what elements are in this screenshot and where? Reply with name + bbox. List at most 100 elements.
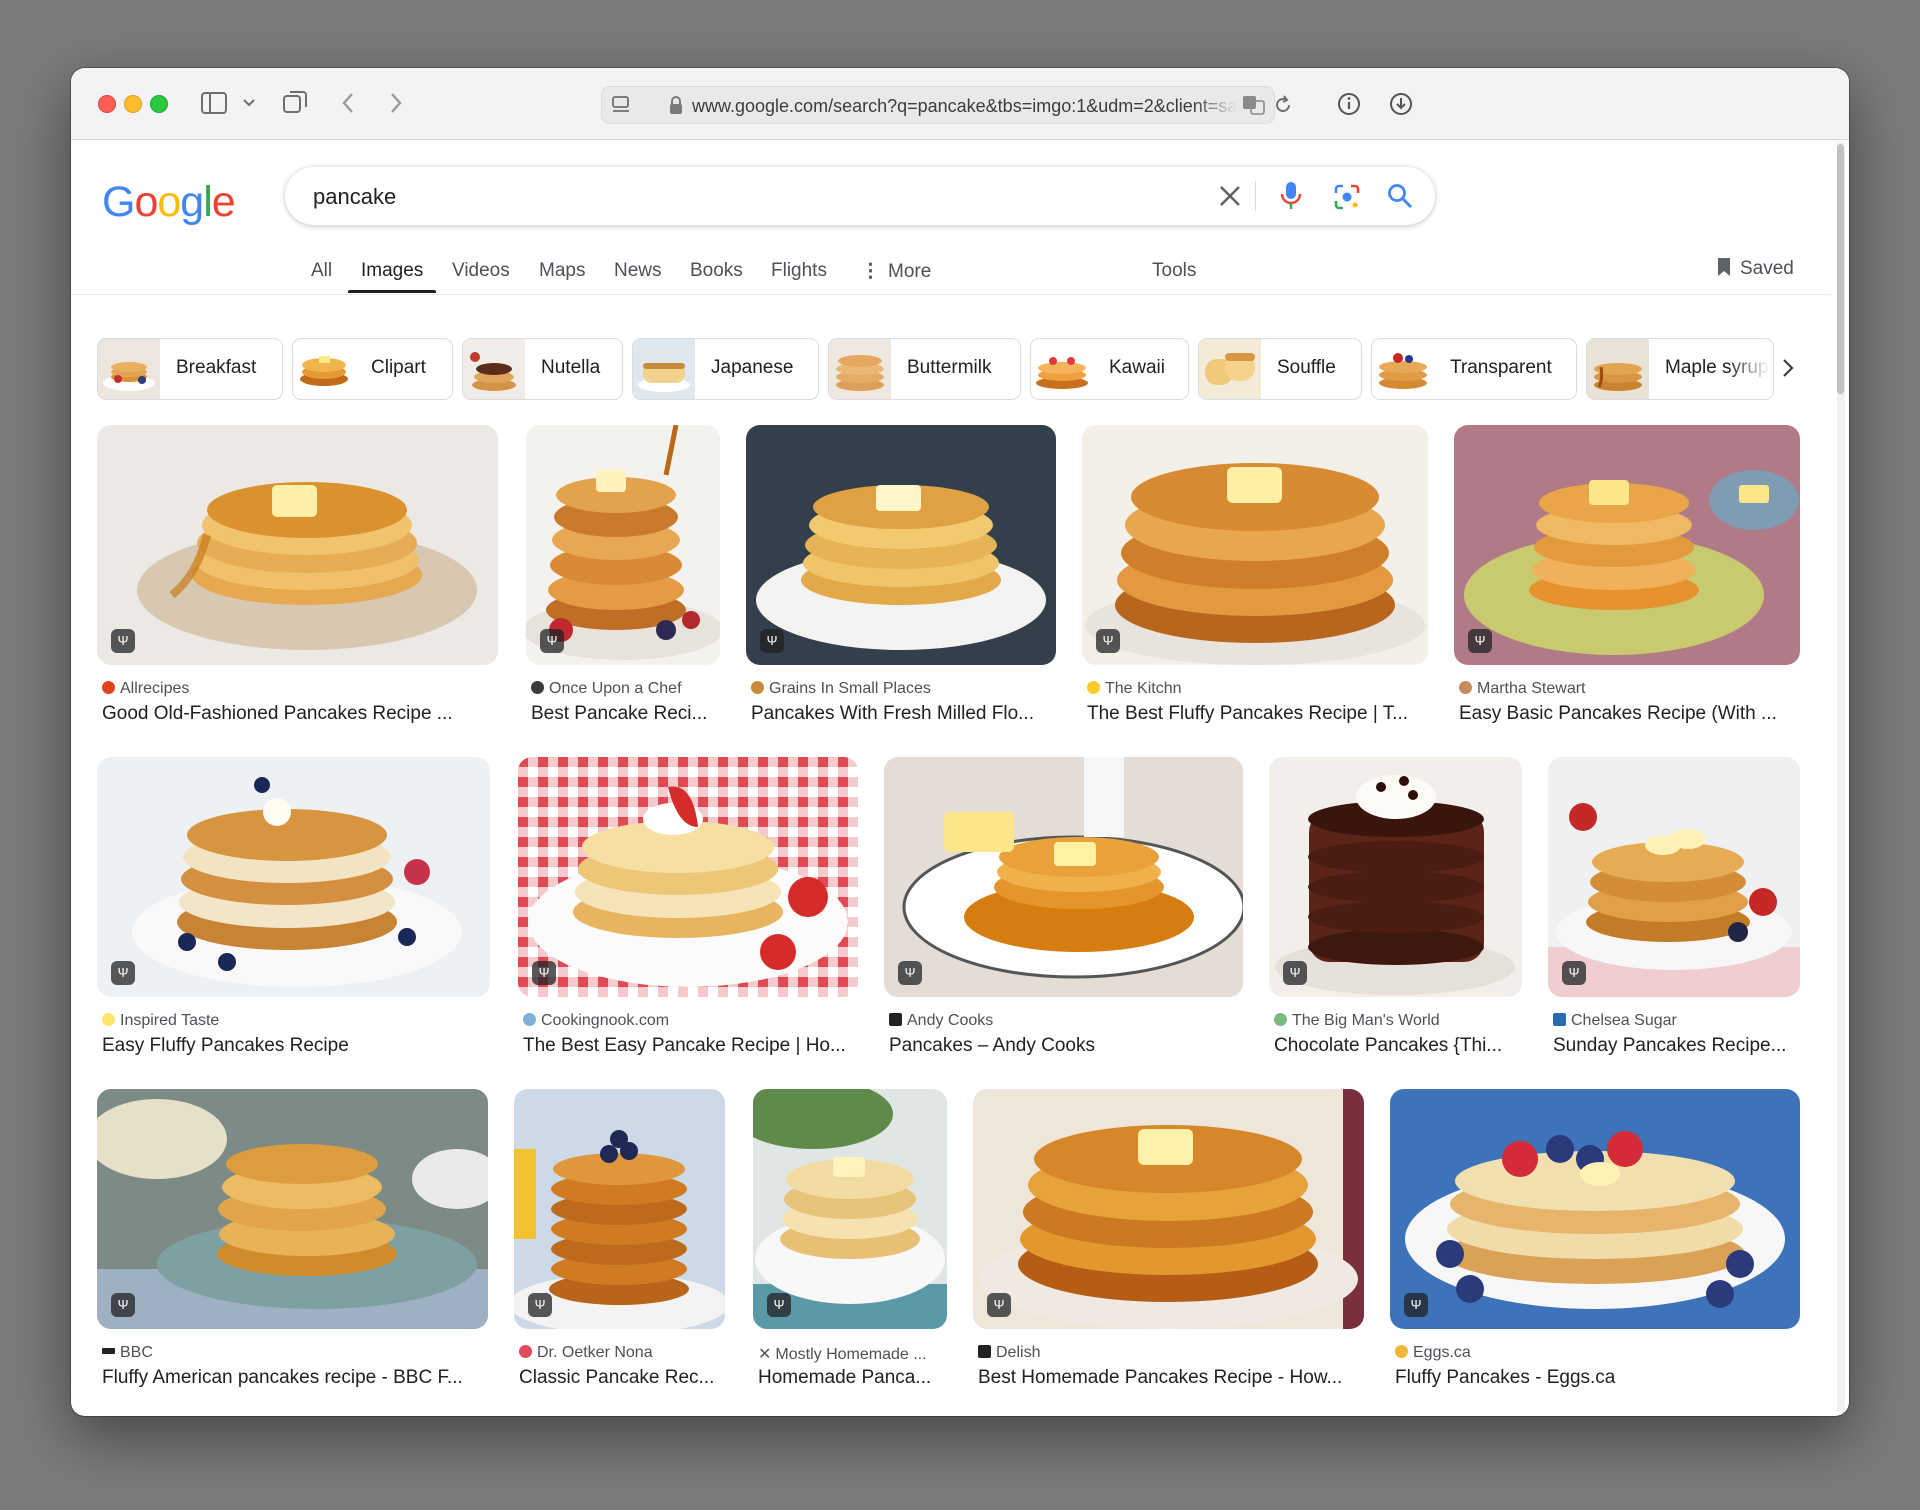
- lens-icon[interactable]: [1333, 183, 1361, 211]
- image-result[interactable]: Ψ Once Upon a Chef Best Pancake Reci...: [526, 425, 720, 725]
- scrollbar-thumb[interactable]: [1837, 144, 1844, 394]
- image-result[interactable]: Ψ Allrecipes Good Old-Fashioned Pancakes…: [97, 425, 498, 725]
- search-box[interactable]: pancake: [285, 167, 1435, 225]
- chip-label: Buttermilk: [907, 357, 992, 378]
- reload-icon[interactable]: [1274, 95, 1292, 115]
- translate-icon[interactable]: [1242, 95, 1266, 115]
- result-source[interactable]: The Kitchn: [1087, 680, 1181, 698]
- result-source[interactable]: Dr. Oetker Nona: [519, 1344, 653, 1362]
- result-title[interactable]: Pancakes – Andy Cooks: [889, 1035, 1244, 1057]
- chip-kawaii[interactable]: Kawaii: [1030, 338, 1189, 400]
- result-title[interactable]: The Best Easy Pancake Recipe | Ho...: [523, 1035, 859, 1057]
- search-input[interactable]: pancake: [313, 184, 396, 210]
- search-icon[interactable]: [1387, 183, 1413, 209]
- result-source[interactable]: Martha Stewart: [1459, 680, 1585, 698]
- result-title[interactable]: The Best Fluffy Pancakes Recipe | T...: [1087, 703, 1429, 725]
- result-title[interactable]: Good Old-Fashioned Pancakes Recipe ...: [102, 703, 497, 725]
- tab-maps[interactable]: Maps: [539, 260, 585, 282]
- sidebar-icon[interactable]: [201, 92, 227, 114]
- result-image[interactable]: [1269, 757, 1522, 997]
- image-result[interactable]: Ψ ✕ Mostly Homemade ... Homemade Panca...: [753, 1089, 947, 1389]
- image-result[interactable]: Ψ Eggs.ca Fluffy Pancakes - Eggs.ca: [1390, 1089, 1800, 1389]
- result-image[interactable]: [518, 757, 858, 997]
- chip-breakfast[interactable]: Breakfast: [97, 338, 283, 400]
- image-result[interactable]: Ψ Delish Best Homemade Pancakes Recipe -…: [973, 1089, 1364, 1389]
- result-title[interactable]: Sunday Pancakes Recipe...: [1553, 1035, 1801, 1057]
- result-source[interactable]: ✕ Mostly Homemade ...: [758, 1344, 927, 1364]
- result-title[interactable]: Pancakes With Fresh Milled Flo...: [751, 703, 1057, 725]
- result-title[interactable]: Fluffy American pancakes recipe - BBC F.…: [102, 1367, 489, 1389]
- tab-news[interactable]: News: [614, 260, 662, 282]
- result-source[interactable]: The Big Man's World: [1274, 1012, 1440, 1030]
- result-image[interactable]: [1082, 425, 1428, 665]
- image-result[interactable]: Ψ Andy Cooks Pancakes – Andy Cooks: [884, 757, 1243, 1057]
- chip-souffle[interactable]: Souffle: [1198, 338, 1362, 400]
- result-source[interactable]: Andy Cooks: [889, 1012, 993, 1030]
- chevron-down-icon[interactable]: [243, 98, 255, 108]
- image-result[interactable]: Ψ The Big Man's World Chocolate Pancakes…: [1269, 757, 1522, 1057]
- back-icon[interactable]: [341, 92, 355, 114]
- result-title[interactable]: Chocolate Pancakes {Thi...: [1274, 1035, 1523, 1057]
- chip-maple-syrup[interactable]: Maple syrup: [1586, 338, 1774, 400]
- result-source[interactable]: Grains In Small Places: [751, 680, 931, 698]
- image-result[interactable]: Ψ The Kitchn The Best Fluffy Pancakes Re…: [1082, 425, 1428, 725]
- tab-overview-icon[interactable]: [283, 90, 307, 114]
- page-menu-icon[interactable]: [612, 96, 632, 114]
- result-image[interactable]: [973, 1089, 1364, 1329]
- download-icon[interactable]: [1389, 92, 1413, 116]
- result-image[interactable]: [1390, 1089, 1800, 1329]
- result-source[interactable]: Delish: [978, 1344, 1040, 1362]
- chip-japanese[interactable]: Japanese: [632, 338, 819, 400]
- zoom-window-button[interactable]: [150, 95, 168, 113]
- result-image[interactable]: [1454, 425, 1800, 665]
- image-result[interactable]: Ψ BBC Fluffy American pancakes recipe - …: [97, 1089, 488, 1389]
- saved-button[interactable]: Saved: [1716, 257, 1794, 280]
- image-result[interactable]: Ψ Dr. Oetker Nona Classic Pancake Rec...: [514, 1089, 725, 1389]
- image-result[interactable]: Ψ Martha Stewart Easy Basic Pancakes Rec…: [1454, 425, 1800, 725]
- info-icon[interactable]: [1337, 92, 1361, 116]
- image-result[interactable]: Ψ Cookingnook.com The Best Easy Pancake …: [518, 757, 858, 1057]
- minimize-window-button[interactable]: [124, 95, 142, 113]
- microphone-icon[interactable]: [1280, 181, 1302, 211]
- address-bar[interactable]: www.google.com/search?q=pancake&tbs=imgo…: [601, 86, 1290, 124]
- tab-videos[interactable]: Videos: [452, 260, 510, 282]
- chip-nutella[interactable]: Nutella: [462, 338, 623, 400]
- chip-transparent[interactable]: Transparent: [1371, 338, 1577, 400]
- result-source[interactable]: BBC: [102, 1344, 153, 1362]
- tab-more[interactable]: ⋮ More: [861, 260, 931, 283]
- result-image[interactable]: [97, 1089, 488, 1329]
- result-title[interactable]: Homemade Panca...: [758, 1367, 948, 1389]
- tools-button[interactable]: Tools: [1152, 260, 1196, 282]
- forward-icon[interactable]: [389, 92, 403, 114]
- result-source[interactable]: Chelsea Sugar: [1553, 1012, 1677, 1030]
- image-result[interactable]: Ψ Grains In Small Places Pancakes With F…: [746, 425, 1056, 725]
- result-image[interactable]: [884, 757, 1243, 997]
- result-title[interactable]: Easy Basic Pancakes Recipe (With ...: [1459, 703, 1801, 725]
- result-source[interactable]: Allrecipes: [102, 680, 189, 698]
- result-title[interactable]: Classic Pancake Rec...: [519, 1367, 726, 1389]
- result-image[interactable]: [746, 425, 1056, 665]
- tab-all[interactable]: All: [311, 260, 332, 282]
- tab-images[interactable]: Images: [361, 260, 423, 282]
- result-image[interactable]: [97, 757, 490, 997]
- result-title[interactable]: Best Homemade Pancakes Recipe - How...: [978, 1367, 1365, 1389]
- result-source[interactable]: Once Upon a Chef: [531, 680, 682, 698]
- result-title[interactable]: Fluffy Pancakes - Eggs.ca: [1395, 1367, 1801, 1389]
- chip-clipart[interactable]: Clipart: [292, 338, 453, 400]
- result-title[interactable]: Best Pancake Reci...: [531, 703, 721, 725]
- result-source[interactable]: Eggs.ca: [1395, 1344, 1471, 1362]
- tab-flights[interactable]: Flights: [771, 260, 827, 282]
- image-result[interactable]: Ψ Chelsea Sugar Sunday Pancakes Recipe..…: [1548, 757, 1800, 1057]
- result-title[interactable]: Easy Fluffy Pancakes Recipe: [102, 1035, 491, 1057]
- image-result[interactable]: Ψ Inspired Taste Easy Fluffy Pancakes Re…: [97, 757, 490, 1057]
- tab-books[interactable]: Books: [690, 260, 743, 282]
- result-source[interactable]: Inspired Taste: [102, 1012, 219, 1030]
- clear-search-icon[interactable]: [1218, 184, 1242, 208]
- result-image[interactable]: [1548, 757, 1800, 997]
- chip-buttermilk[interactable]: Buttermilk: [828, 338, 1021, 400]
- google-logo[interactable]: Google: [102, 178, 236, 227]
- result-source[interactable]: Cookingnook.com: [523, 1012, 669, 1030]
- close-window-button[interactable]: [98, 95, 116, 113]
- chevron-right-icon[interactable]: [1781, 358, 1795, 378]
- result-image[interactable]: [97, 425, 498, 665]
